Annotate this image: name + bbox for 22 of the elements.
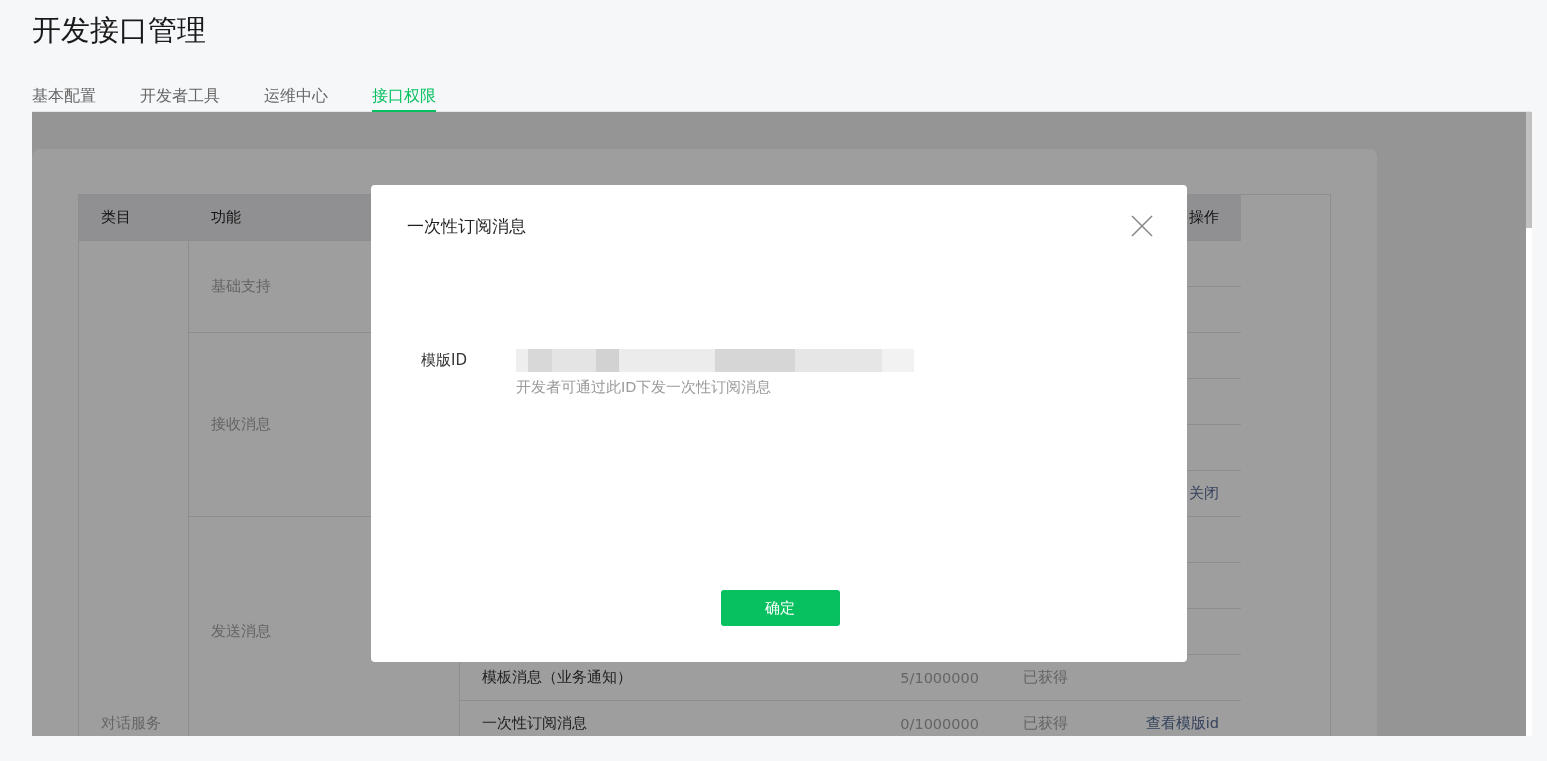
- quota-cell: 5/1000000: [900, 669, 979, 686]
- interface-name: 一次性订阅消息: [482, 714, 587, 733]
- status-cell: 已获得: [1023, 714, 1068, 733]
- page-title: 开发接口管理: [32, 12, 206, 49]
- quota-cell: 0/1000000: [900, 715, 979, 732]
- status-cell: 已获得: [1023, 668, 1068, 687]
- function-cell: 基础支持: [211, 277, 271, 296]
- nav-tab[interactable]: 运维中心: [264, 81, 328, 113]
- interface-name: 模板消息（业务通知）: [482, 668, 632, 687]
- field-hint: 开发者可通过此ID下发一次性订阅消息: [516, 378, 773, 397]
- field-label: 模版ID: [421, 350, 468, 371]
- column-header: 功能: [211, 208, 241, 227]
- confirm-button[interactable]: 确定: [720, 590, 840, 626]
- action-link[interactable]: 关闭: [1189, 484, 1219, 503]
- column-header: 操作: [1189, 208, 1219, 227]
- scrollbar-thumb[interactable]: [1526, 112, 1532, 228]
- nav-tab[interactable]: 开发者工具: [140, 81, 220, 113]
- column-header: 类目: [101, 208, 131, 227]
- close-icon[interactable]: [1131, 215, 1153, 237]
- dialog-title: 一次性订阅消息: [407, 214, 526, 238]
- nav-tab[interactable]: 基本配置: [32, 81, 96, 113]
- action-link[interactable]: 查看模版id: [1145, 714, 1219, 733]
